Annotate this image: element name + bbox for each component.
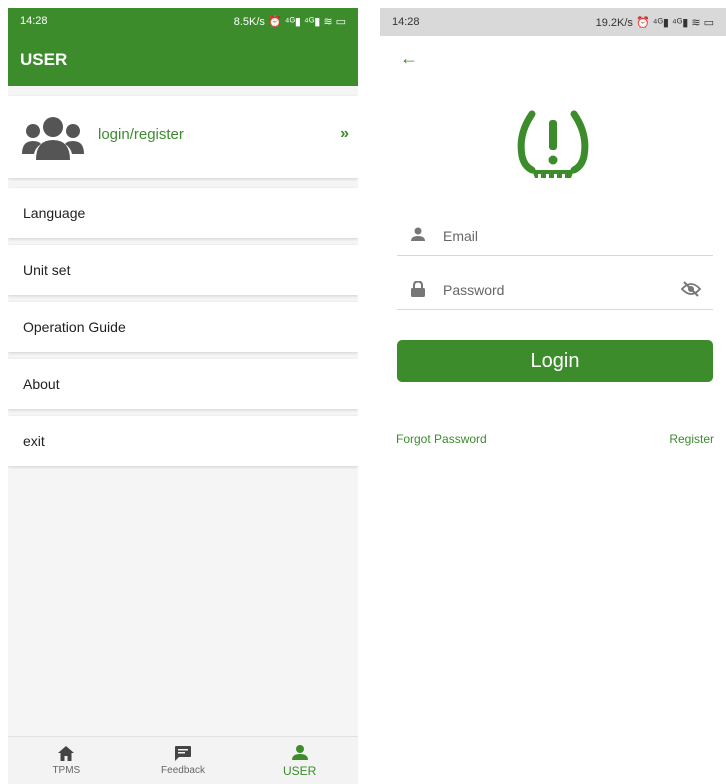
eye-off-icon[interactable] (681, 281, 701, 297)
login-register-label: login/register (98, 126, 184, 143)
person-icon (291, 744, 308, 760)
menu-item-label: Operation Guide (23, 319, 126, 335)
email-field (397, 214, 713, 256)
page-title: USER (20, 50, 68, 69)
nav-label: TPMS (52, 765, 81, 776)
status-time: 14:28 (20, 15, 48, 27)
status-info: 19.2K/s ⏰ ⁴ᴳ▮ ⁴ᴳ▮ ≋ ▭ (595, 16, 714, 29)
login-register-card[interactable]: login/register » (8, 96, 358, 178)
register-link[interactable]: Register (669, 432, 714, 446)
menu-item-label: Unit set (23, 262, 71, 278)
group-icon (22, 117, 84, 160)
status-time: 14:28 (392, 16, 420, 28)
menu-item-label: About (23, 376, 60, 392)
menu-item-label: exit (23, 433, 45, 449)
status-info: 8.5K/s ⏰ ⁴ᴳ▮ ⁴ᴳ▮ ≋ ▭ (233, 15, 346, 28)
login-screen: 14:28 19.2K/s ⏰ ⁴ᴳ▮ ⁴ᴳ▮ ≋ ▭ ← Lo (380, 8, 726, 784)
menu-item-label: Language (23, 205, 86, 221)
bottom-nav: TPMS Feedback USER (8, 736, 358, 784)
menu-item-exit[interactable]: exit (8, 416, 358, 466)
double-chevron-right-icon: » (340, 125, 349, 142)
back-arrow-icon[interactable]: ← (400, 48, 418, 69)
tpms-warning-icon (517, 110, 589, 178)
login-button[interactable]: Login (397, 340, 713, 382)
menu-item-unit-set[interactable]: Unit set (8, 245, 358, 295)
nav-label: Feedback (161, 765, 205, 776)
status-bar: 14:28 19.2K/s ⏰ ⁴ᴳ▮ ⁴ᴳ▮ ≋ ▭ (380, 8, 726, 36)
app-bar: USER (8, 34, 358, 86)
feedback-icon (175, 746, 191, 761)
email-input[interactable] (441, 222, 675, 250)
nav-item-tpms[interactable]: TPMS (8, 737, 125, 784)
person-icon (411, 227, 425, 241)
menu-item-operation-guide[interactable]: Operation Guide (8, 302, 358, 352)
nav-label: USER (283, 763, 317, 778)
status-bar: 14:28 8.5K/s ⏰ ⁴ᴳ▮ ⁴ᴳ▮ ≋ ▭ (8, 8, 358, 34)
menu-item-about[interactable]: About (8, 359, 358, 409)
password-field (397, 268, 713, 310)
nav-item-feedback[interactable]: Feedback (125, 737, 242, 784)
menu-item-language[interactable]: Language (8, 188, 358, 238)
nav-item-user[interactable]: USER (241, 737, 358, 784)
home-icon (58, 746, 75, 761)
user-screen: 14:28 8.5K/s ⏰ ⁴ᴳ▮ ⁴ᴳ▮ ≋ ▭ USER login/re… (8, 8, 358, 784)
lock-icon (411, 281, 425, 297)
forgot-password-link[interactable]: Forgot Password (396, 432, 487, 446)
password-input[interactable] (441, 276, 675, 304)
